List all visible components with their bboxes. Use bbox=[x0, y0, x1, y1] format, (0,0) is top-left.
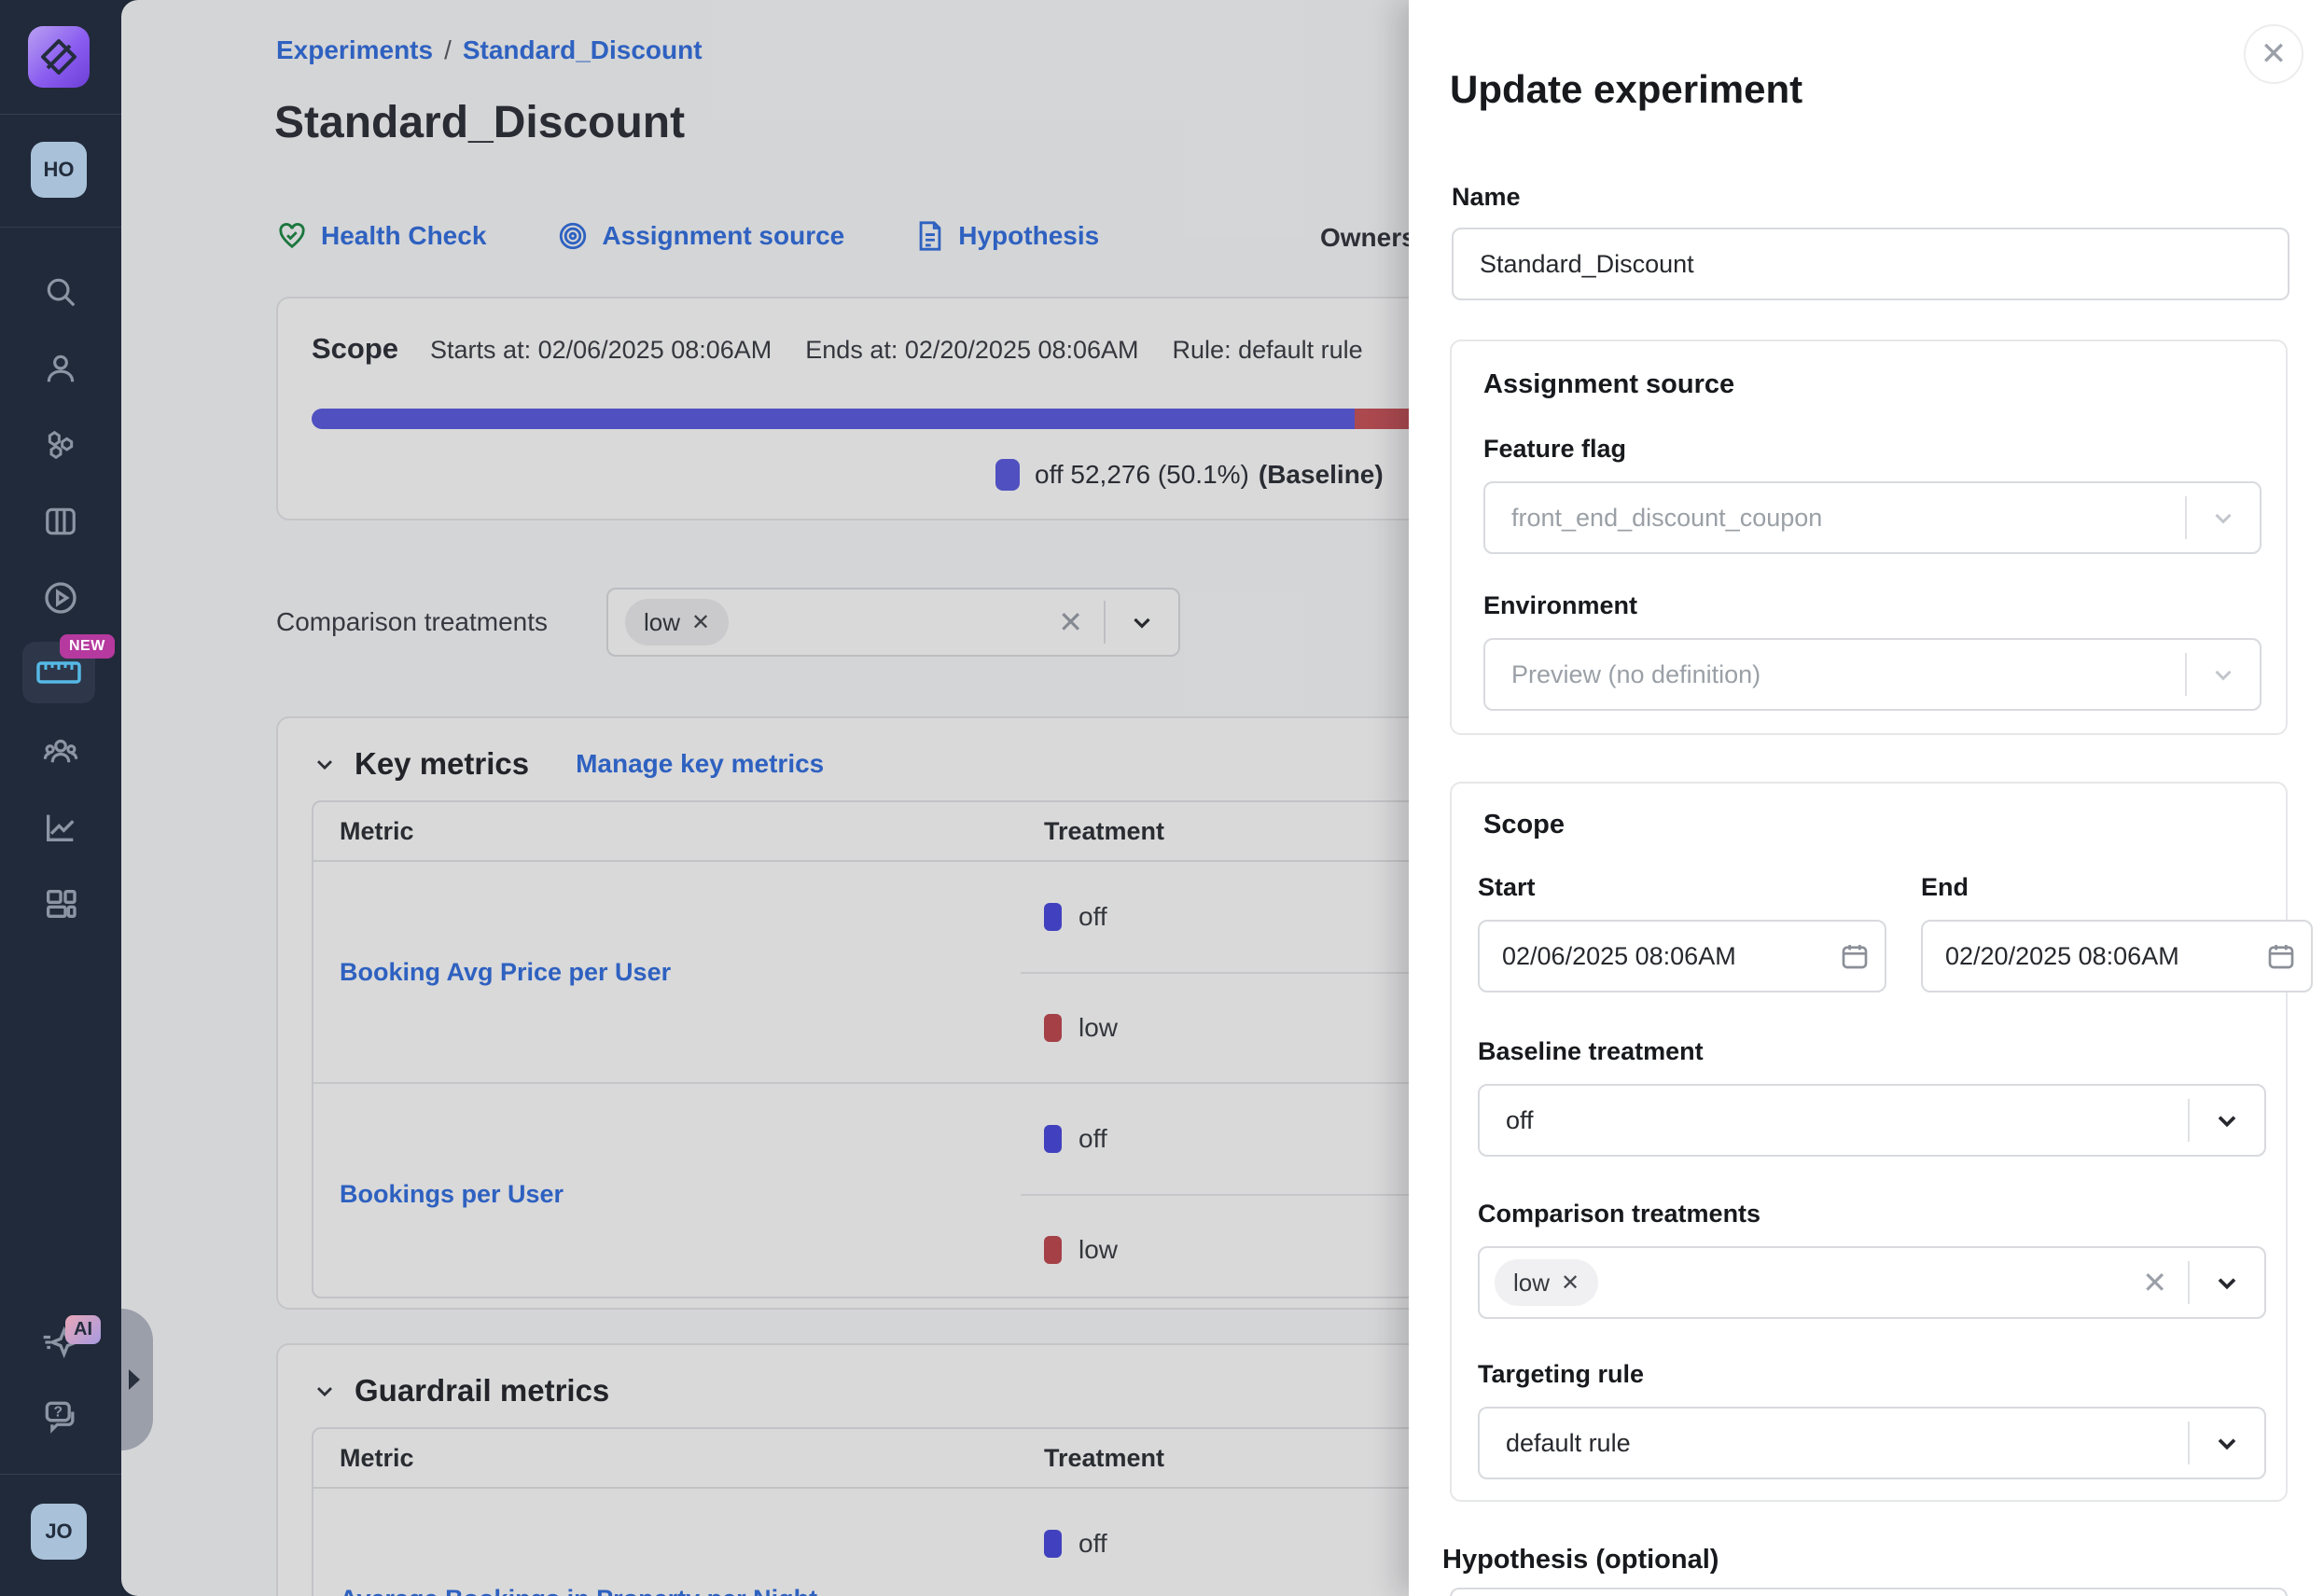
hypothesis-textarea[interactable] bbox=[1450, 1588, 2288, 1596]
search-icon[interactable] bbox=[35, 267, 86, 317]
targeting-rule-select[interactable]: default rule bbox=[1478, 1407, 2266, 1479]
calendar-icon[interactable] bbox=[2266, 940, 2296, 972]
drawer-title: Update experiment bbox=[1450, 67, 1802, 112]
start-date-input[interactable]: 02/06/2025 08:06AM bbox=[1478, 920, 1886, 992]
app-window: HO NEW bbox=[0, 0, 2324, 1596]
calendar-icon[interactable] bbox=[1840, 940, 1870, 972]
start-label: Start bbox=[1478, 873, 1536, 902]
treatment-chip-low[interactable]: low ✕ bbox=[1495, 1259, 1598, 1306]
select-clear-icon[interactable]: ✕ bbox=[2122, 1265, 2188, 1300]
divider bbox=[0, 227, 121, 228]
new-badge: NEW bbox=[60, 634, 115, 659]
baseline-treatment-label: Baseline treatment bbox=[1478, 1037, 1704, 1066]
logo-glyph bbox=[38, 36, 79, 77]
columns-icon[interactable] bbox=[35, 496, 86, 547]
org-avatar[interactable]: HO bbox=[31, 142, 87, 198]
name-label: Name bbox=[1452, 183, 1521, 212]
users-group-icon[interactable] bbox=[35, 726, 86, 776]
feature-flag-select: front_end_discount_coupon bbox=[1483, 481, 2261, 554]
assignment-source-section: Assignment source Feature flag front_end… bbox=[1450, 340, 2288, 735]
environment-label: Environment bbox=[1483, 591, 1637, 620]
scope-section: Scope Start End 02/06/2025 08:06AM 02/20… bbox=[1450, 782, 2288, 1502]
comparison-treatments-label: Comparison treatments bbox=[1478, 1200, 1760, 1228]
assignment-source-heading: Assignment source bbox=[1483, 369, 1734, 400]
chevron-down-icon[interactable] bbox=[2190, 1105, 2264, 1135]
chevron-down-icon[interactable] bbox=[2190, 1268, 2264, 1298]
user-icon[interactable] bbox=[35, 343, 86, 394]
baseline-treatment-select[interactable]: off bbox=[1478, 1084, 2266, 1157]
user-avatar[interactable]: JO bbox=[31, 1504, 87, 1560]
sidebar: HO NEW bbox=[0, 0, 121, 1596]
chevron-down-icon[interactable] bbox=[2190, 1428, 2264, 1458]
statsig-logo[interactable] bbox=[28, 26, 90, 88]
pulse-icon[interactable] bbox=[35, 573, 86, 623]
divider bbox=[0, 114, 121, 115]
chevron-down-icon bbox=[2187, 504, 2260, 532]
environment-select: Preview (no definition) bbox=[1483, 638, 2261, 711]
targeting-rule-label: Targeting rule bbox=[1478, 1360, 1644, 1389]
svg-text:?: ? bbox=[53, 1405, 63, 1421]
end-date-input[interactable]: 02/20/2025 08:06AM bbox=[1921, 920, 2313, 992]
comparison-treatments-select[interactable]: low ✕ ✕ bbox=[1478, 1246, 2266, 1319]
divider bbox=[0, 1474, 121, 1475]
chevron-down-icon bbox=[2187, 660, 2260, 688]
scope-heading: Scope bbox=[1483, 810, 1565, 840]
ai-badge: AI bbox=[65, 1315, 101, 1344]
update-experiment-drawer: ✕ Update experiment Name Standard_Discou… bbox=[1409, 0, 2324, 1596]
chip-remove-icon[interactable]: ✕ bbox=[1561, 1270, 1579, 1297]
end-label: End bbox=[1921, 873, 1969, 902]
hypothesis-label: Hypothesis (optional) bbox=[1442, 1545, 1719, 1575]
ruler-icon bbox=[36, 660, 81, 685]
feature-flags-icon[interactable] bbox=[35, 420, 86, 470]
dashboards-icon[interactable] bbox=[35, 879, 86, 929]
close-icon[interactable]: ✕ bbox=[2244, 24, 2303, 84]
metrics-chart-icon[interactable] bbox=[35, 802, 86, 853]
help-chat-icon[interactable]: ? bbox=[35, 1392, 86, 1442]
name-input[interactable]: Standard_Discount bbox=[1452, 228, 2289, 300]
feature-flag-label: Feature flag bbox=[1483, 435, 1626, 464]
